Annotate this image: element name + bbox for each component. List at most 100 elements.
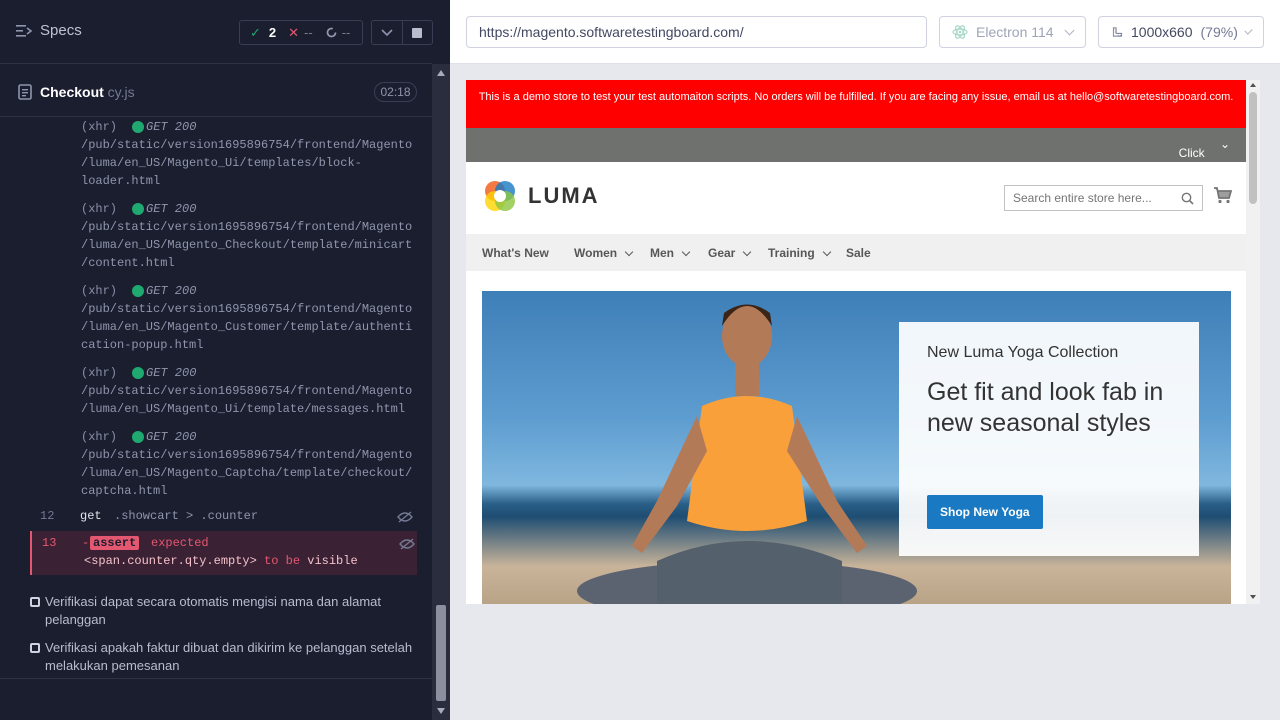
chevron-down-icon [381, 28, 393, 36]
failed-count: -- [304, 25, 313, 40]
xhr-method: GET 200 [146, 202, 197, 216]
search-placeholder: Search entire store here... [1013, 191, 1152, 205]
promo-bar[interactable]: Click “Write for us” link in the footer … [466, 128, 1246, 300]
test-title: Verifikasi apakah faktur dibuat dan diki… [45, 640, 413, 673]
shop-new-yoga-button[interactable]: Shop New Yoga [927, 495, 1043, 529]
assert-keyword: expected [151, 536, 209, 550]
nav-sale[interactable]: Sale [846, 246, 871, 260]
specs-header: Specs ✓ 2 ✕ -- -- [0, 0, 433, 64]
scroll-up-arrow-icon[interactable] [1250, 83, 1256, 87]
chevron-down-icon [681, 247, 691, 256]
reporter-panel: Specs ✓ 2 ✕ -- -- Checkout cy.js 02:18 (… [0, 0, 450, 720]
nav-label: Gear [708, 246, 736, 260]
xhr-method: GET 200 [146, 120, 197, 134]
chevron-down-icon [743, 247, 752, 256]
scrollbar-thumb[interactable] [436, 605, 446, 701]
xhr-tag: (xhr) [81, 120, 118, 134]
status-dot-icon [132, 367, 144, 379]
specs-toggle-button[interactable]: Specs [16, 22, 82, 39]
command-number: 12 [40, 509, 55, 523]
status-dot-icon [132, 121, 144, 133]
scroll-down-arrow-icon[interactable] [437, 708, 445, 714]
scroll-down-arrow-icon[interactable] [1250, 595, 1256, 599]
specs-label: Specs [40, 22, 82, 39]
xhr-tag: (xhr) [81, 366, 118, 380]
search-icon[interactable] [1181, 192, 1194, 205]
chevron-down-icon [1064, 25, 1075, 35]
xhr-method: GET 200 [146, 366, 197, 380]
pending-count: -- [341, 25, 351, 40]
test-item-autofill[interactable]: Verifikasi dapat secara otomatis mengisi… [30, 593, 420, 629]
assert-state: visible [307, 554, 358, 568]
pending-circle-icon [326, 27, 337, 38]
reporter-scrollbar[interactable] [432, 64, 450, 720]
logo-text: LUMA [528, 183, 600, 208]
assert-dash: - [82, 536, 90, 550]
run-controls [371, 20, 433, 45]
nav-men[interactable]: Men [650, 246, 691, 260]
spec-duration: 02:18 [374, 82, 417, 102]
url-bar[interactable]: https://magento.softwaretestingboard.com… [466, 16, 927, 48]
hero-card: New Luma Yoga Collection Get fit and loo… [899, 322, 1199, 556]
nav-label: What's New [482, 246, 549, 260]
luma-logo-icon [485, 181, 515, 211]
assert-selector: <span.counter.qty.empty> [84, 554, 257, 568]
eye-slash-icon[interactable] [397, 511, 413, 523]
nav-whats-new[interactable]: What's New [482, 246, 549, 260]
assert-detail: <span.counter.qty.empty> to be visible [84, 554, 358, 568]
nav-label: Women [574, 246, 618, 260]
hero-banner[interactable]: New Luma Yoga Collection Get fit and loo… [482, 291, 1231, 604]
test-title: Verifikasi dapat secara otomatis mengisi… [45, 594, 382, 627]
failed-x-icon: ✕ [288, 24, 300, 40]
browser-selector[interactable]: Electron 114 [939, 16, 1086, 48]
xhr-url: /pub/static/version1695896754/frontend/M… [81, 138, 413, 188]
expand-button[interactable] [372, 21, 403, 44]
status-dot-icon [132, 203, 144, 215]
demo-store-banner: This is a demo store to test your test a… [466, 80, 1246, 128]
pending-test-icon [30, 597, 40, 607]
nav-women[interactable]: Women [574, 246, 634, 260]
aut-scrollbar[interactable] [1246, 80, 1260, 604]
viewport-selector[interactable]: 1000x660 (79%) [1098, 16, 1264, 48]
xhr-url: /pub/static/version1695896754/frontend/M… [81, 448, 413, 498]
get-command-row[interactable]: 12 get .showcart > .counter [30, 504, 417, 530]
xhr-url: /pub/static/version1695896754/frontend/M… [81, 384, 413, 416]
xhr-method: GET 200 [146, 430, 197, 444]
spec-file-name: Checkout cy.js [40, 84, 135, 100]
nav-label: Sale [846, 246, 871, 260]
hero-eyebrow: New Luma Yoga Collection [927, 344, 1119, 361]
command-name: get [80, 509, 102, 523]
xhr-tag: (xhr) [81, 284, 118, 298]
assert-command-row[interactable]: 13 - assert expected <span.counter.qty.e… [30, 531, 417, 575]
nav-label: Training [768, 246, 815, 260]
xhr-url: /pub/static/version1695896754/frontend/M… [81, 302, 413, 352]
command-log: (xhr) GET 200 /pub/static/version1695896… [30, 117, 417, 575]
spec-extension: cy.js [103, 84, 135, 100]
luma-logo[interactable]: LUMA [482, 178, 600, 214]
divider [0, 678, 432, 679]
nav-gear[interactable]: Gear [708, 246, 752, 260]
aut-header: https://magento.softwaretestingboard.com… [450, 0, 1280, 64]
hero-title: Get fit and look fab in new seasonal sty… [927, 378, 1164, 437]
nav-training[interactable]: Training [768, 246, 831, 260]
shopping-cart-icon[interactable] [1214, 187, 1232, 204]
scroll-up-arrow-icon[interactable] [437, 70, 445, 76]
xhr-method: GET 200 [146, 284, 197, 298]
test-stats: ✓ 2 ✕ -- -- [239, 20, 363, 45]
scrollbar-thumb[interactable] [1249, 92, 1257, 204]
stop-button[interactable] [403, 21, 433, 44]
stop-icon [412, 27, 423, 38]
assert-badge: assert [90, 536, 140, 550]
spec-title-row[interactable]: Checkout cy.js 02:18 [0, 65, 432, 117]
assert-to-be: to be [264, 554, 301, 568]
chevron-down-icon [624, 247, 634, 256]
command-message: .showcart > .counter [114, 509, 259, 523]
store-header: LUMA Search entire store here... [466, 162, 1246, 234]
store-search-input[interactable]: Search entire store here... [1004, 185, 1203, 211]
document-icon [18, 84, 32, 100]
test-item-invoice[interactable]: Verifikasi apakah faktur dibuat dan diki… [30, 639, 420, 675]
viewport-size: 1000x660 [1131, 24, 1193, 40]
eye-slash-icon[interactable] [399, 538, 415, 550]
electron-icon [952, 25, 968, 39]
status-dot-icon [132, 431, 144, 443]
